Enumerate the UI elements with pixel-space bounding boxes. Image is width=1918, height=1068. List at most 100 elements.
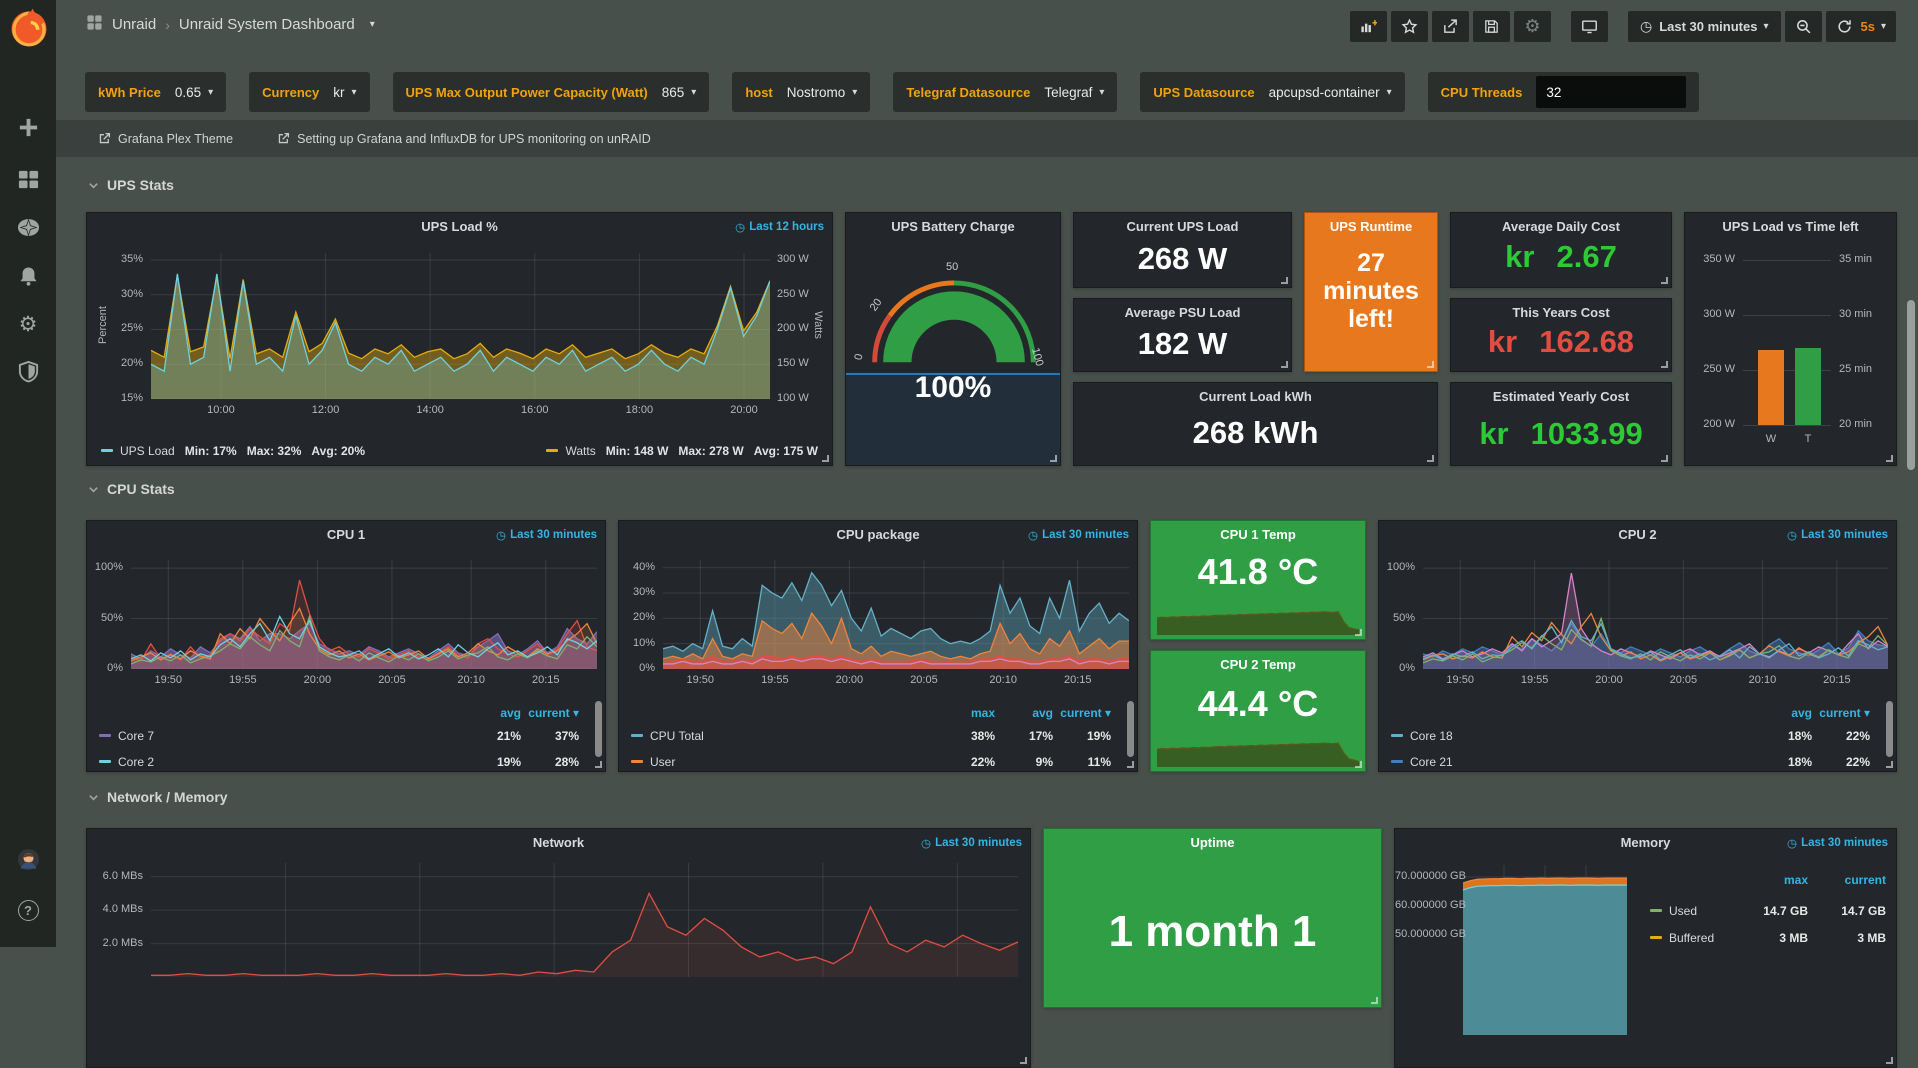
legend-swatch[interactable] [101,449,113,452]
panel-time-range[interactable]: ◷Last 30 minutes [921,836,1022,850]
legend-swatch[interactable] [631,760,643,763]
chevron-down-icon[interactable]: ▾ [352,87,357,98]
variable-value[interactable]: 0.65 [175,85,201,100]
row-header-cpu-stats[interactable]: CPU Stats [88,481,175,497]
legend-series-name[interactable]: Core 18 [1410,729,1453,743]
legend-column-current[interactable]: current ▾ [1812,706,1870,720]
ups-load-vs-time-chart[interactable]: 350 W300 W250 W200 W35 min30 min25 min20… [1685,213,1897,466]
dashboard-settings-button[interactable]: ⚙ [1514,11,1551,42]
legend-column-avg[interactable]: avg [1754,706,1812,720]
variable-input[interactable] [1536,76,1686,108]
chevron-down-icon[interactable]: ▾ [1099,87,1104,98]
variable-value[interactable]: kr [333,85,344,100]
legend-scrollbar[interactable] [1127,701,1134,757]
legend-swatch[interactable] [631,734,643,737]
cpu2-chart[interactable]: 100%50%0%19:5019:5520:0020:0520:1020:15 [1379,551,1897,691]
legend-series-name[interactable]: Core 21 [1410,755,1453,769]
chevron-down-icon[interactable]: ▾ [370,19,375,30]
legend-column-max[interactable]: max [1738,873,1808,897]
legend-column-avg[interactable]: avg [995,706,1053,720]
variable-value[interactable]: Nostromo [787,85,846,100]
breadcrumb-page[interactable]: Unraid System Dashboard [179,16,355,33]
chevron-down-icon[interactable]: ▾ [852,87,857,98]
add-panel-button[interactable] [1350,11,1387,42]
legend-swatch[interactable] [1650,909,1662,912]
legend-swatch[interactable] [1650,936,1662,939]
sidebar-item-alerting[interactable] [0,263,56,289]
star-dashboard-button[interactable] [1391,11,1428,42]
panel-time-range[interactable]: ◷Last 30 minutes [1028,528,1129,542]
legend-column-current[interactable]: current ▾ [521,706,579,720]
legend-series-name[interactable]: Watts [565,444,595,458]
panel-title[interactable]: UPS Load vs Time left [1685,219,1896,234]
legend-series-name[interactable]: Buffered [1669,931,1714,945]
panel-time-range[interactable]: ◷Last 30 minutes [496,528,597,542]
legend-swatch[interactable] [546,449,558,452]
legend-swatch[interactable] [99,760,111,763]
zoom-out-button[interactable] [1785,11,1822,42]
sidebar-item-configuration[interactable]: ⚙ [0,311,56,337]
legend-scrollbar[interactable] [1886,701,1893,757]
legend-series-name[interactable]: UPS Load [120,444,175,458]
legend-series-name[interactable]: User [650,755,675,769]
cpu1-chart[interactable]: 100%50%0%19:5019:5520:0020:0520:1020:15 [87,551,606,691]
row-header-network-memory[interactable]: Network / Memory [88,789,228,805]
panel-title[interactable]: This Years Cost [1451,305,1671,320]
sidebar-item-explore[interactable] [0,214,56,240]
time-picker-button[interactable]: ◷ Last 30 minutes ▾ [1628,11,1781,42]
panel-time-range[interactable]: ◷Last 30 minutes [1787,836,1888,850]
share-dashboard-button[interactable] [1432,11,1469,42]
dashboard-link[interactable]: Setting up Grafana and InfluxDB for UPS … [277,132,651,146]
panel-title[interactable]: Average PSU Load [1074,305,1291,320]
cycle-view-button[interactable] [1571,11,1608,42]
dashboard-link[interactable]: Grafana Plex Theme [98,132,233,146]
network-chart[interactable]: 6.0 MBs4.0 MBs2.0 MBs [87,855,1031,977]
legend-scrollbar[interactable] [595,701,602,757]
ups-load-chart[interactable]: 35%30%25%20%15%300 W250 W200 W150 W100 W… [87,243,833,421]
grafana-logo[interactable] [8,7,50,49]
chevron-down-icon[interactable]: ▾ [208,87,213,98]
sidebar-item-help[interactable]: ? [0,897,56,923]
legend-swatch[interactable] [99,734,111,737]
apps-grid-icon[interactable] [86,14,103,35]
panel-title[interactable]: UPS Load % [87,219,832,234]
legend-series-name[interactable]: CPU Total [650,729,704,743]
refresh-button[interactable]: 5s ▾ [1826,11,1897,42]
panel-title[interactable]: Current Load kWh [1074,389,1437,404]
panel-title[interactable]: UPS Runtime [1305,219,1437,234]
panel-title[interactable]: Average Daily Cost [1451,219,1671,234]
legend-series-name[interactable]: Core 2 [118,755,154,769]
panel-time-range[interactable]: ◷Last 12 hours [735,220,824,234]
row-header-ups-stats[interactable]: UPS Stats [88,177,174,193]
panel-title[interactable]: Estimated Yearly Cost [1451,389,1671,404]
panel-time-range[interactable]: ◷Last 30 minutes [1787,528,1888,542]
panel-title[interactable]: Uptime [1044,835,1381,850]
legend-column-current[interactable]: current ▾ [1053,706,1111,720]
variable-value[interactable]: Telegraf [1044,85,1092,100]
legend-series-name[interactable]: Core 7 [118,729,154,743]
breadcrumb-root[interactable]: Unraid [112,16,156,33]
save-dashboard-button[interactable] [1473,11,1510,42]
variable-value[interactable]: 865 [662,85,685,100]
legend-column-avg[interactable]: avg [463,706,521,720]
sidebar-item-user-avatar[interactable] [0,846,56,872]
panel-title[interactable]: CPU 1 Temp [1151,527,1365,542]
chevron-down-icon[interactable]: ▾ [1387,87,1392,98]
memory-chart[interactable]: 70.000000 GB60.000000 GB50.000000 GB [1395,859,1627,1035]
variable-value[interactable]: apcupsd-container [1269,85,1380,100]
panel-title[interactable]: Network [87,835,1030,850]
cpu-package-chart[interactable]: 40%30%20%10%0%19:5019:5520:0020:0520:102… [619,551,1138,691]
legend-series-name[interactable]: Used [1669,904,1697,918]
chevron-down-icon[interactable]: ▾ [691,87,696,98]
sidebar-item-server-admin[interactable] [0,358,56,384]
panel-title[interactable]: UPS Battery Charge [846,219,1060,234]
legend-column-current[interactable]: current [1808,873,1886,897]
panel-title[interactable]: Current UPS Load [1074,219,1291,234]
sidebar-item-add[interactable] [0,114,56,140]
panel-title[interactable]: CPU 2 Temp [1151,657,1365,672]
legend-column-max[interactable]: max [937,706,995,720]
page-scrollbar[interactable] [1907,300,1915,470]
sidebar-item-dashboards[interactable] [0,166,56,192]
legend-swatch[interactable] [1391,734,1403,737]
legend-swatch[interactable] [1391,760,1403,763]
